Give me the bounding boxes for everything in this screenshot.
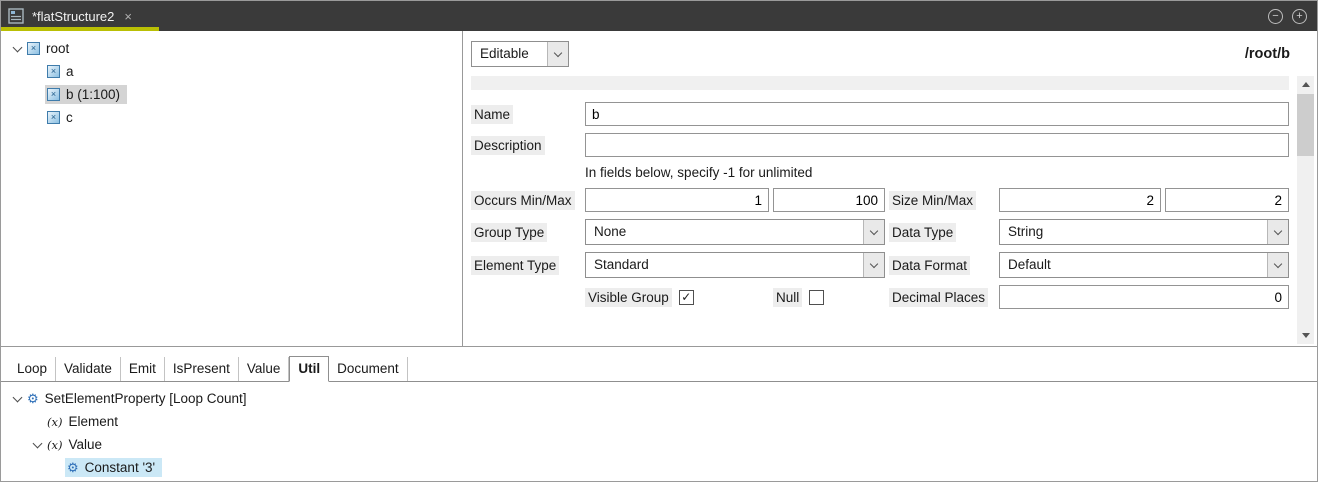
- chevron-down-icon: [547, 42, 568, 66]
- property-header: Editable /root/b: [471, 37, 1314, 71]
- name-input[interactable]: [585, 102, 1289, 126]
- fx-icon: (x): [47, 438, 62, 452]
- tree-item-b[interactable]: × b (1:100): [1, 83, 462, 106]
- description-input[interactable]: [585, 133, 1289, 157]
- size-minmax-label: Size Min/Max: [889, 191, 976, 210]
- section-strip: [471, 76, 1289, 90]
- tab-document[interactable]: Document: [329, 357, 408, 381]
- name-label: Name: [471, 105, 513, 124]
- tab-validate[interactable]: Validate: [56, 357, 121, 381]
- chevron-down-icon: [1267, 253, 1288, 277]
- titlebar: *flatStructure2 × − +: [1, 1, 1317, 31]
- data-format-label: Data Format: [889, 256, 970, 275]
- tree-item-constant[interactable]: ⚙ Constant '3': [1, 456, 1317, 479]
- element-icon: ×: [47, 111, 60, 124]
- mode-dropdown[interactable]: Editable: [471, 41, 569, 67]
- tree-item-setelementproperty[interactable]: ⚙ SetElementProperty [Loop Count]: [1, 387, 1317, 410]
- scroll-down-icon[interactable]: [1297, 327, 1314, 344]
- mode-dropdown-value: Editable: [472, 42, 547, 66]
- data-type-label: Data Type: [889, 223, 956, 242]
- unlimited-note: In fields below, specify -1 for unlimite…: [585, 164, 1289, 181]
- gears-icon: ⚙: [67, 461, 79, 474]
- tree-item-label: b (1:100): [66, 87, 120, 102]
- element-type-dropdown[interactable]: Standard: [585, 252, 885, 278]
- tree-item-root[interactable]: × root: [1, 37, 462, 60]
- active-tab-underline: [1, 27, 159, 31]
- data-format-dropdown[interactable]: Default: [999, 252, 1289, 278]
- occurs-min-input[interactable]: [585, 188, 769, 212]
- element-type-value: Standard: [586, 253, 863, 277]
- tree-item-element[interactable]: (x) Element: [1, 410, 1317, 433]
- gears-icon: ⚙: [27, 392, 39, 405]
- main-area: × root × a × b (1:100) × c: [1, 31, 1317, 347]
- element-icon: ×: [47, 65, 60, 78]
- tree-item-c[interactable]: × c: [1, 106, 462, 129]
- tab-value[interactable]: Value: [239, 357, 290, 381]
- data-type-dropdown[interactable]: String: [999, 219, 1289, 245]
- element-icon: ×: [47, 88, 60, 101]
- data-format-value: Default: [1000, 253, 1267, 277]
- app-window: *flatStructure2 × − + × root × a: [0, 0, 1318, 482]
- collapse-all-button[interactable]: −: [1268, 9, 1283, 24]
- property-form: Name Description In fields below, specif…: [471, 76, 1297, 344]
- bottom-tabs: Loop Validate Emit IsPresent Value Util …: [1, 356, 1317, 382]
- scrollbar-thumb[interactable]: [1297, 94, 1314, 156]
- group-type-dropdown[interactable]: None: [585, 219, 885, 245]
- tree-item-value[interactable]: (x) Value: [1, 433, 1317, 456]
- decimal-places-label: Decimal Places: [889, 288, 988, 307]
- vertical-scrollbar[interactable]: [1297, 76, 1314, 344]
- decimal-places-input[interactable]: [999, 285, 1289, 309]
- size-min-input[interactable]: [999, 188, 1161, 212]
- util-tree: ⚙ SetElementProperty [Loop Count] (x) El…: [1, 382, 1317, 479]
- tree-item-label: root: [46, 41, 69, 56]
- size-max-input[interactable]: [1165, 188, 1289, 212]
- group-type-label: Group Type: [471, 223, 547, 242]
- chevron-down-icon: [863, 220, 884, 244]
- tree-item-label: Value: [68, 437, 102, 452]
- null-checkbox[interactable]: [809, 290, 824, 305]
- tab-loop[interactable]: Loop: [9, 357, 56, 381]
- tree-item-label: Constant '3': [85, 460, 155, 475]
- panel-buttons: − +: [1268, 1, 1307, 31]
- occurs-max-input[interactable]: [773, 188, 885, 212]
- bottom-panel: Loop Validate Emit IsPresent Value Util …: [1, 347, 1317, 481]
- tree-item-label: c: [66, 110, 73, 125]
- structure-file-icon: [8, 8, 24, 24]
- document-title: *flatStructure2: [32, 9, 114, 24]
- chevron-down-icon: [863, 253, 884, 277]
- chevron-down-icon[interactable]: [9, 47, 25, 51]
- expand-all-button[interactable]: +: [1292, 9, 1307, 24]
- element-path: /root/b: [1245, 46, 1290, 62]
- tree-item-label: SetElementProperty [Loop Count]: [45, 391, 247, 406]
- visible-group-checkbox[interactable]: ✓: [679, 290, 694, 305]
- close-icon[interactable]: ×: [124, 9, 132, 24]
- tab-util[interactable]: Util: [289, 356, 329, 382]
- fx-icon: (x): [47, 415, 62, 429]
- chevron-down-icon[interactable]: [9, 397, 25, 401]
- element-type-label: Element Type: [471, 256, 559, 275]
- tree-item-a[interactable]: × a: [1, 60, 462, 83]
- chevron-down-icon: [1267, 220, 1288, 244]
- property-panel: Editable /root/b Name Description: [463, 31, 1317, 346]
- property-body: Name Description In fields below, specif…: [471, 76, 1314, 344]
- group-type-value: None: [586, 220, 863, 244]
- element-icon: ×: [27, 42, 40, 55]
- visible-group-label: Visible Group: [585, 288, 672, 307]
- data-type-value: String: [1000, 220, 1267, 244]
- tree-item-label: a: [66, 64, 74, 79]
- null-label: Null: [773, 288, 802, 307]
- chevron-down-icon[interactable]: [29, 443, 45, 447]
- tree-item-label: Element: [68, 414, 118, 429]
- tab-ispresent[interactable]: IsPresent: [165, 357, 239, 381]
- description-label: Description: [471, 136, 545, 155]
- structure-tree-panel: × root × a × b (1:100) × c: [1, 31, 463, 346]
- occurs-minmax-label: Occurs Min/Max: [471, 191, 575, 210]
- tab-emit[interactable]: Emit: [121, 357, 165, 381]
- scroll-up-icon[interactable]: [1297, 76, 1314, 93]
